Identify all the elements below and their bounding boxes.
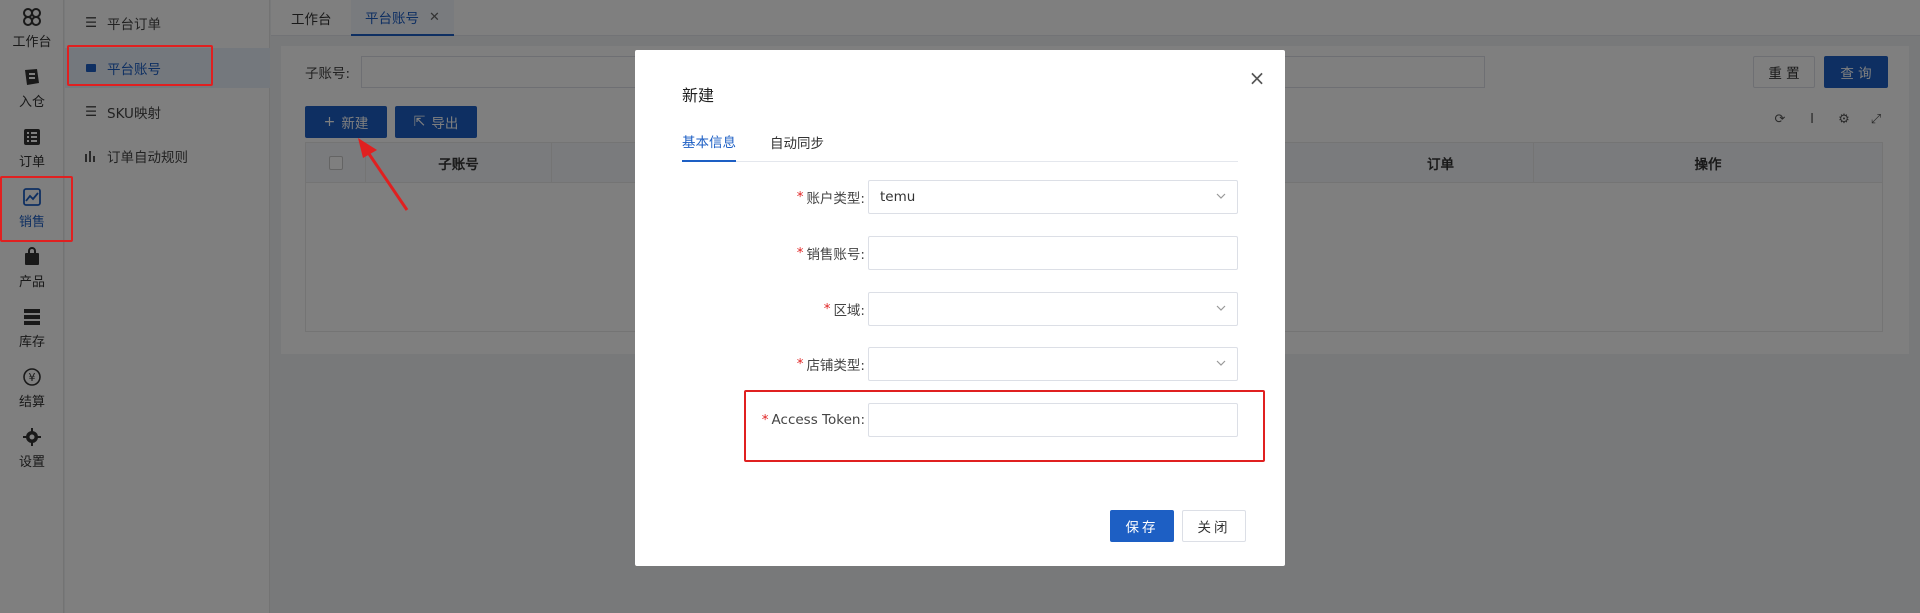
annotation-arrow (358, 138, 409, 211)
close-icon[interactable]: × (1247, 68, 1267, 88)
account-type-select[interactable]: temu (868, 180, 1238, 214)
store-type-select[interactable] (868, 347, 1238, 381)
annotation-account-highlight (67, 45, 213, 86)
chevron-down-icon (1215, 190, 1227, 206)
chevron-down-icon (1215, 357, 1227, 373)
form-row-sales-account: * 销售账号: (635, 236, 1285, 270)
field-label: 区域: (833, 303, 865, 319)
close-button[interactable]: 关闭 (1182, 510, 1246, 542)
field-label: 账户类型: (806, 191, 865, 207)
new-account-dialog: 新建 × 基本信息 自动同步 * 账户类型: temu * 销售账号: * 区域… (635, 50, 1285, 566)
region-label: * 区域: (824, 292, 865, 326)
dialog-tabs: 基本信息 自动同步 (682, 122, 1238, 162)
required-mark: * (796, 189, 804, 205)
account-type-value: temu (880, 189, 916, 205)
required-mark: * (796, 245, 804, 261)
form-row-store-type: * 店铺类型: (635, 347, 1285, 381)
annotation-sales-highlight (0, 176, 73, 242)
form-row-region: * 区域: (635, 292, 1285, 326)
annotation-access-token-highlight (744, 390, 1265, 462)
form-row-account-type: * 账户类型: temu (635, 180, 1285, 214)
dialog-title: 新建 (682, 86, 715, 105)
store-type-label: * 店铺类型: (797, 347, 865, 381)
field-label: 销售账号: (806, 247, 865, 263)
required-mark: * (823, 301, 831, 317)
tab-auto-sync[interactable]: 自动同步 (770, 122, 824, 162)
field-label: 店铺类型: (806, 358, 865, 374)
save-button[interactable]: 保存 (1110, 510, 1174, 542)
account-type-label: * 账户类型: (797, 180, 865, 214)
sales-account-label: * 销售账号: (797, 236, 865, 270)
chevron-down-icon (1215, 302, 1227, 318)
required-mark: * (796, 356, 804, 372)
region-select[interactable] (868, 292, 1238, 326)
tab-basic-info[interactable]: 基本信息 (682, 122, 736, 162)
sales-account-input[interactable] (868, 236, 1238, 270)
